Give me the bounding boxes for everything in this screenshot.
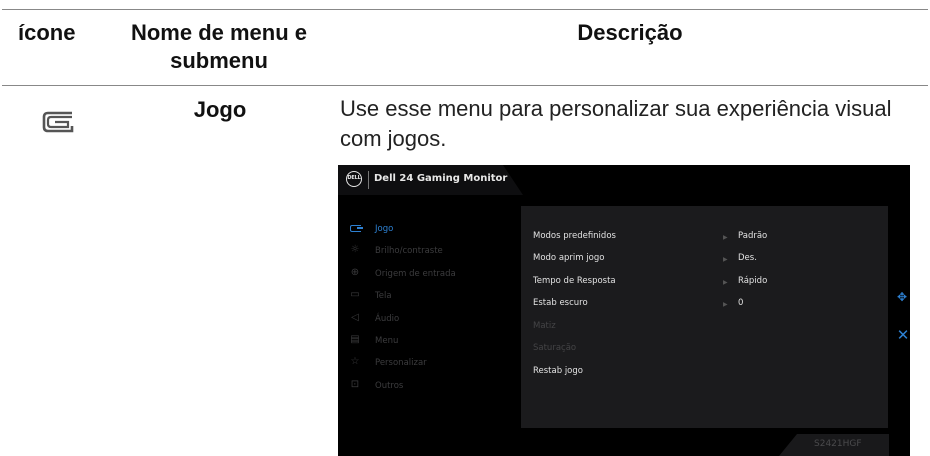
table-top-rule <box>2 9 928 10</box>
close-icon[interactable]: ✕ <box>896 328 910 343</box>
model-number: S2421HGF <box>814 439 862 449</box>
submenu-value-tempo-de-resposta: Rápido <box>738 276 768 286</box>
osd-main-menu: Jogo ☼ Brilho/contraste ⊕ Origem de entr… <box>338 206 521 428</box>
menu-icon: ▤ <box>350 334 360 345</box>
submenu-value-modos-predefinidos: Padrão <box>738 231 768 241</box>
menu-name-jogo: Jogo <box>193 97 247 122</box>
chevron-right-icon: ▶ <box>723 301 728 308</box>
submenu-restab-jogo[interactable]: Restab jogo <box>533 366 583 376</box>
title-separator <box>368 171 369 189</box>
navigate-icon[interactable]: ✥ <box>895 290 909 304</box>
header-icon-column: ícone <box>18 20 76 45</box>
submenu-tempo-de-resposta[interactable]: Tempo de Resposta <box>533 276 616 286</box>
header-name-column: Nome de menu e submenu <box>130 20 308 73</box>
osd-nav-column <box>888 206 910 428</box>
osd-footer: S2421HGF <box>338 428 910 456</box>
chevron-right-icon: ▶ <box>723 256 728 263</box>
submenu-estab-escuro[interactable]: Estab escuro <box>533 298 588 308</box>
osd-title: Dell 24 Gaming Monitor <box>374 173 508 184</box>
header-bottom-rule <box>2 85 928 86</box>
osd-submenu-panel: Modos predefinidos ▶ Padrão Modo aprim j… <box>521 206 888 428</box>
game-icon <box>42 111 76 138</box>
display-icon: ▭ <box>350 289 360 300</box>
submenu-matiz: Matiz <box>533 321 556 331</box>
chevron-right-icon: ▶ <box>723 279 728 286</box>
input-source-icon: ⊕ <box>350 267 360 278</box>
submenu-modo-aprim-jogo[interactable]: Modo aprim jogo <box>533 253 604 263</box>
star-icon: ☆ <box>350 356 360 367</box>
dell-logo-icon: DELL <box>346 171 362 187</box>
osd-screenshot: DELL Dell 24 Gaming Monitor Jogo ☼ Brilh… <box>338 165 910 456</box>
chevron-right-icon: ▶ <box>723 234 728 241</box>
osd-title-bar: DELL Dell 24 Gaming Monitor <box>338 165 523 195</box>
audio-icon: ◁ <box>351 312 359 323</box>
menu-description: Use esse menu para personalizar sua expe… <box>340 96 892 151</box>
submenu-modos-predefinidos[interactable]: Modos predefinidos <box>533 231 616 241</box>
submenu-saturacao: Saturação <box>533 343 577 353</box>
submenu-value-estab-escuro: 0 <box>738 298 744 308</box>
game-icon <box>348 222 363 233</box>
submenu-value-modo-aprim-jogo: Des. <box>738 253 757 263</box>
header-description-column: Descrição <box>577 20 683 45</box>
brightness-icon: ☼ <box>350 244 360 255</box>
others-icon: ⊡ <box>350 379 360 390</box>
